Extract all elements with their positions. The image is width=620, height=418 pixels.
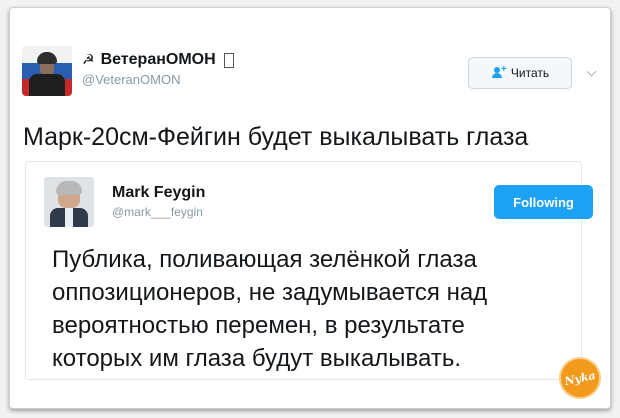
quoted-avatar[interactable] bbox=[44, 177, 94, 227]
quoted-tweet-text: Публика, поливающая зелёнкой глаза оппоз… bbox=[52, 243, 572, 375]
author-row: ☭ ВетеранОМОН bbox=[82, 51, 234, 69]
follow-button[interactable]: + Читать bbox=[468, 57, 572, 89]
author-name[interactable]: ВетеранОМОН bbox=[101, 51, 216, 69]
tweet-card: ☭ ВетеранОМОН @VeteranOMON + Читать Марк… bbox=[9, 7, 611, 409]
quoted-text-line: оппозиционеров, не задумывается над bbox=[52, 279, 488, 306]
sickle-icon: ☭ bbox=[82, 52, 95, 68]
quoted-author-handle[interactable]: @mark___feygin bbox=[112, 205, 203, 219]
chevron-down-icon[interactable] bbox=[586, 66, 597, 77]
missing-glyph-icon bbox=[223, 52, 234, 68]
author-handle[interactable]: @VeteranOMON bbox=[82, 72, 180, 87]
following-button[interactable]: Following bbox=[494, 185, 593, 219]
avatar[interactable] bbox=[22, 46, 72, 96]
quoted-text-line: которых им глаза будут выкалывать. bbox=[52, 345, 462, 372]
quoted-text-line: Публика, поливающая зелёнкой глаза bbox=[52, 246, 477, 273]
quoted-author-name[interactable]: Mark Feygin bbox=[112, 184, 205, 202]
quoted-tweet[interactable]: Mark Feygin @mark___feygin Following Пуб… bbox=[25, 161, 593, 380]
tweet-text: Марк-20см-Фейгин будет выкалывать глаза bbox=[23, 123, 529, 151]
follow-button-label: Читать bbox=[510, 66, 550, 80]
soldier-helmet bbox=[37, 52, 57, 64]
follow-person-icon: + bbox=[491, 64, 507, 79]
quoted-text-line: вероятностью перемен, в результате bbox=[52, 312, 465, 339]
soldier-body bbox=[29, 74, 65, 96]
